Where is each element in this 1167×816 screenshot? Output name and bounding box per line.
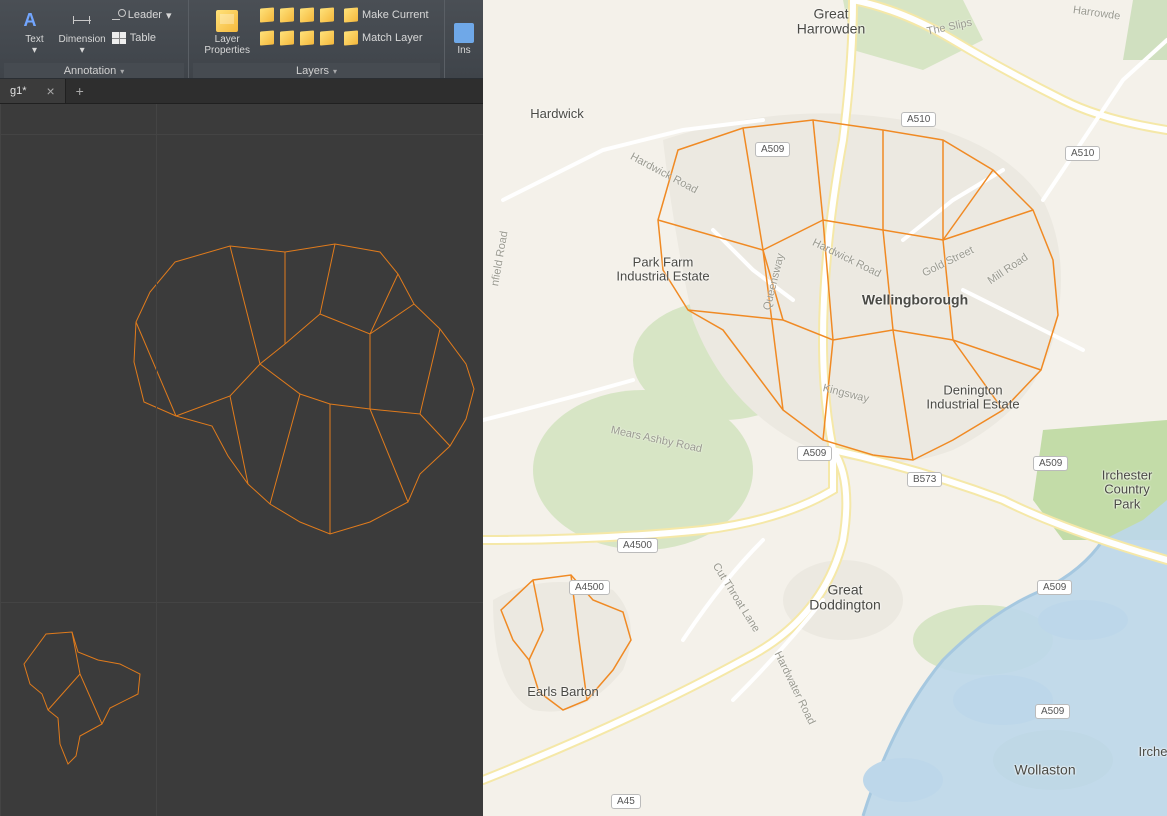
ribbon-toolbar: Text ▾ Dimension ▾ Leader ▾ <box>0 0 483 79</box>
place-wollaston: Wollaston <box>1014 762 1075 777</box>
layer-tools-row: Match Layer <box>258 27 431 49</box>
layer-properties-icon <box>216 10 238 32</box>
table-tool-button[interactable]: Table <box>110 27 174 49</box>
chevron-down-icon: ▾ <box>80 45 85 56</box>
leader-icon <box>112 9 124 21</box>
cad-outer-boundary <box>134 244 474 534</box>
dimension-icon <box>71 10 93 32</box>
match-layer-button[interactable]: Match Layer <box>338 27 425 49</box>
shield-a510: A510 <box>1065 146 1100 161</box>
shield-a509: A509 <box>755 142 790 157</box>
place-wellingborough: Wellingborough <box>862 292 968 307</box>
table-icon <box>112 32 126 44</box>
layer-properties-label: LayerProperties <box>204 34 250 56</box>
ribbon-panel-annotation: Text ▾ Dimension ▾ Leader ▾ <box>0 0 189 78</box>
place-earls-barton: Earls Barton <box>527 685 599 699</box>
ribbon-panel-layers: LayerProperties Make Current <box>189 0 445 78</box>
layer-freeze-button[interactable] <box>278 6 296 24</box>
panel-title-annotation[interactable]: Annotation <box>4 63 184 78</box>
place-irchester-park: IrchesterCountry Park <box>1102 469 1153 512</box>
shield-a510: A510 <box>901 112 936 127</box>
shield-a509: A509 <box>797 446 832 461</box>
shield-a509: A509 <box>1035 704 1070 719</box>
close-tab-button[interactable]: × <box>47 84 55 98</box>
new-tab-button[interactable]: + <box>66 79 94 103</box>
layer-state-row: Make Current <box>258 4 431 26</box>
cad-earls-barton-boundary <box>24 632 140 764</box>
layer-off-button[interactable] <box>258 6 276 24</box>
file-tab-label: g1* <box>10 85 27 97</box>
layer-on-button[interactable] <box>318 29 336 47</box>
place-denington: DeningtonIndustrial Estate <box>926 384 1019 413</box>
layer-lock-button[interactable] <box>298 6 316 24</box>
table-tool-label: Table <box>130 32 156 44</box>
dimension-tool-label: Dimension <box>58 34 105 45</box>
match-layer-label: Match Layer <box>362 32 423 44</box>
layer-thaw-button[interactable] <box>298 29 316 47</box>
leader-tool-label: Leader <box>128 9 162 21</box>
layer-properties-button[interactable]: LayerProperties <box>202 2 252 56</box>
panel-title-layers[interactable]: Layers <box>193 63 440 78</box>
shield-b573: B573 <box>907 472 942 487</box>
ribbon-panel-insert: Ins x <box>445 0 483 78</box>
layer-color-button[interactable] <box>318 6 336 24</box>
chevron-down-icon: ▾ <box>32 45 37 56</box>
match-layer-icon <box>344 30 358 45</box>
map-pane[interactable]: GreatHarrowden Hardwick Park FarmIndustr… <box>483 0 1167 816</box>
make-current-icon <box>344 7 358 22</box>
make-current-label: Make Current <box>362 9 429 21</box>
drawing-canvas[interactable] <box>0 104 483 816</box>
shield-a45: A45 <box>611 794 641 809</box>
text-tool-label: Text <box>25 34 43 45</box>
insert-button[interactable]: Ins <box>445 2 483 56</box>
place-irche: Irche <box>1139 745 1167 759</box>
place-park-farm: Park FarmIndustrial Estate <box>616 256 709 285</box>
cad-drawing-svg <box>0 104 483 816</box>
leader-tool-button[interactable]: Leader ▾ <box>110 4 174 26</box>
place-hardwick: Hardwick <box>530 107 583 121</box>
dimension-tool-button[interactable]: Dimension ▾ <box>56 2 107 56</box>
shield-a509: A509 <box>1033 456 1068 471</box>
layer-unisolate-button[interactable] <box>278 29 296 47</box>
cad-application-pane: Text ▾ Dimension ▾ Leader ▾ <box>0 0 483 816</box>
file-tab-drawing1[interactable]: g1* × <box>0 79 66 103</box>
make-current-button[interactable]: Make Current <box>338 4 431 26</box>
file-tab-bar: g1* × + <box>0 79 483 104</box>
text-icon <box>23 10 45 32</box>
layer-isolate-button[interactable] <box>258 29 276 47</box>
text-tool-button[interactable]: Text ▾ <box>14 2 54 56</box>
shield-a4500: A4500 <box>617 538 658 553</box>
place-great-doddington: GreatDoddington <box>809 583 881 614</box>
shield-a509: A509 <box>1037 580 1072 595</box>
insert-label: Ins <box>457 45 470 56</box>
insert-icon <box>454 23 474 43</box>
chevron-down-icon: ▾ <box>166 9 172 22</box>
shield-a4500: A4500 <box>569 580 610 595</box>
place-great-harrowden: GreatHarrowden <box>797 7 865 38</box>
